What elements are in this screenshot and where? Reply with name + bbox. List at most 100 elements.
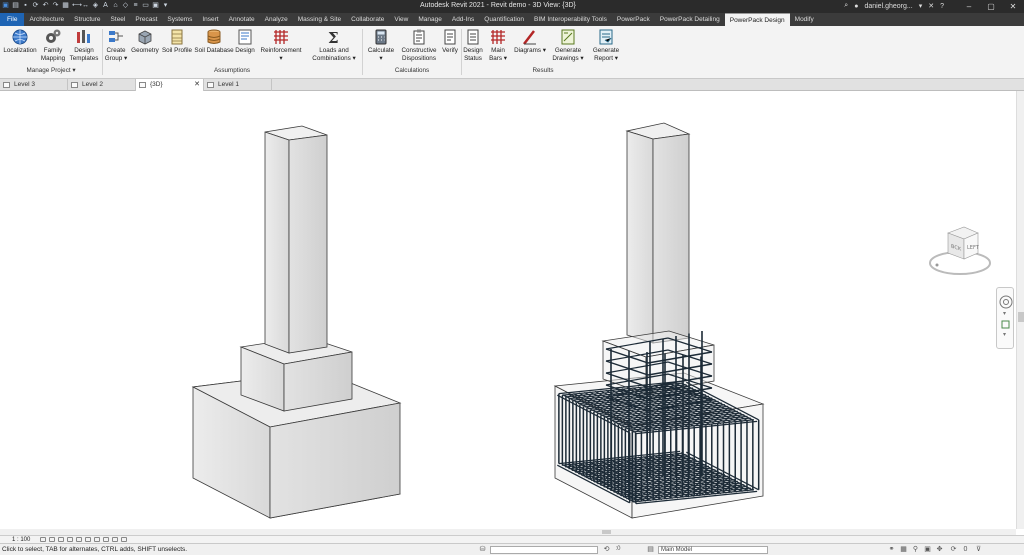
zoom-dropdown-icon[interactable]: ▾ bbox=[1003, 332, 1006, 338]
doc-tab-3d[interactable]: {3D} ✕ bbox=[136, 79, 204, 91]
steering-wheel-icon[interactable] bbox=[999, 295, 1013, 309]
print-icon[interactable]: ▦ bbox=[62, 2, 69, 10]
tab-quantification[interactable]: Quantification bbox=[479, 13, 529, 26]
shadows-icon[interactable] bbox=[67, 537, 73, 542]
foundation-solid[interactable] bbox=[191, 125, 402, 519]
redo-icon[interactable]: ↷ bbox=[52, 2, 59, 10]
editable-only-icon[interactable]: ⟲ bbox=[603, 546, 610, 553]
filter-icon[interactable]: ⊽ bbox=[975, 546, 982, 553]
3d-viewport[interactable]: BCK LEFT ▾ ▾ bbox=[0, 91, 1016, 529]
select-links-icon[interactable]: ⚭ bbox=[888, 546, 895, 553]
viewcube-face-front[interactable]: LEFT bbox=[967, 245, 980, 251]
localization-button[interactable]: Localization bbox=[2, 28, 38, 55]
crop-view-icon[interactable] bbox=[76, 537, 82, 542]
undo-icon[interactable]: ↶ bbox=[42, 2, 49, 10]
tab-massing-site[interactable]: Massing & Site bbox=[293, 13, 346, 26]
measure-icon[interactable]: ⟷ bbox=[72, 2, 82, 10]
tab-powerpack-detailing[interactable]: PowerPack Detailing bbox=[655, 13, 725, 26]
user-name[interactable]: daniel.gheorg... bbox=[864, 3, 912, 10]
vertical-scrollbar[interactable] bbox=[1016, 91, 1024, 529]
thin-lines-icon[interactable]: ≡ bbox=[132, 2, 139, 10]
search-icon[interactable]: ⌕ bbox=[844, 2, 848, 10]
tab-architecture[interactable]: Architecture bbox=[24, 13, 69, 26]
close-hidden-icon[interactable]: ▭ bbox=[142, 2, 149, 10]
tab-view[interactable]: View bbox=[389, 13, 413, 26]
save-icon[interactable]: ▪ bbox=[22, 2, 29, 10]
design-templates-button[interactable]: Design Templates bbox=[68, 28, 100, 62]
select-by-face-icon[interactable]: ▣ bbox=[924, 546, 931, 553]
select-pinned-icon[interactable]: ⚲ bbox=[912, 546, 919, 553]
group-manage-project[interactable]: Manage Project ▾ bbox=[2, 67, 100, 74]
design-option-dropdown[interactable]: Main Model bbox=[658, 546, 768, 554]
viewcube[interactable]: BCK LEFT bbox=[928, 219, 994, 279]
select-underlay-icon[interactable]: ▦ bbox=[900, 546, 907, 553]
create-group-button[interactable]: Create Group ▾ bbox=[104, 28, 128, 62]
minimize-button[interactable]: – bbox=[958, 1, 980, 12]
tab-bim-interoperability[interactable]: BIM Interoperability Tools bbox=[529, 13, 612, 26]
tab-annotate[interactable]: Annotate bbox=[224, 13, 260, 26]
close-button[interactable]: ✕ bbox=[1002, 1, 1024, 12]
soil-profile-button[interactable]: Soil Profile bbox=[160, 28, 194, 55]
sun-path-icon[interactable] bbox=[58, 537, 64, 542]
tab-collaborate[interactable]: Collaborate bbox=[346, 13, 389, 26]
section-icon[interactable]: ◇ bbox=[122, 2, 129, 10]
exchange-icon[interactable]: ✕ bbox=[928, 2, 934, 10]
tab-powerpack-design[interactable]: PowerPack Design bbox=[724, 13, 790, 26]
switch-windows-icon[interactable]: ▣ bbox=[152, 2, 159, 10]
lock-view-icon[interactable] bbox=[94, 537, 100, 542]
model-canvas[interactable] bbox=[0, 91, 1016, 529]
design-status-button[interactable]: Design Status bbox=[462, 28, 484, 62]
tag-icon[interactable]: ◈ bbox=[92, 2, 99, 10]
detail-level-icon[interactable] bbox=[40, 537, 46, 542]
tab-add-ins[interactable]: Add-Ins bbox=[447, 13, 479, 26]
doc-tab-level-1[interactable]: Level 1 bbox=[204, 79, 272, 91]
tab-analyze[interactable]: Analyze bbox=[260, 13, 293, 26]
tab-systems[interactable]: Systems bbox=[162, 13, 197, 26]
show-crop-icon[interactable] bbox=[85, 537, 91, 542]
maximize-button[interactable]: ▢ bbox=[980, 1, 1002, 12]
scroll-thumb[interactable] bbox=[602, 530, 611, 534]
viewcube-home-icon[interactable] bbox=[935, 263, 939, 267]
cart-icon[interactable]: ▾ bbox=[919, 2, 923, 10]
tab-manage[interactable]: Manage bbox=[413, 13, 447, 26]
geometry-button[interactable]: Geometry bbox=[130, 28, 160, 55]
scroll-thumb[interactable] bbox=[1018, 312, 1024, 322]
temp-hide-icon[interactable] bbox=[103, 537, 109, 542]
main-bars-button[interactable]: Main Bars ▾ bbox=[486, 28, 510, 62]
verify-button[interactable]: Verify bbox=[440, 28, 460, 55]
revit-logo-icon[interactable]: ▣ bbox=[2, 2, 9, 10]
3d-view-icon[interactable]: ⌂ bbox=[112, 2, 119, 10]
generate-drawings-button[interactable]: Generate Drawings ▾ bbox=[550, 28, 586, 62]
constructive-dispositions-button[interactable]: Constructive Dispositions bbox=[398, 28, 440, 62]
loads-combinations-button[interactable]: Σ Loads and Combinations ▾ bbox=[310, 28, 358, 62]
soil-database-button[interactable]: Soil Database bbox=[194, 28, 234, 55]
analytical-model-icon[interactable] bbox=[121, 537, 127, 542]
close-icon[interactable]: ✕ bbox=[194, 79, 200, 91]
tab-insert[interactable]: Insert bbox=[197, 13, 223, 26]
tab-steel[interactable]: Steel bbox=[106, 13, 131, 26]
dimension-icon[interactable]: ↔ bbox=[82, 2, 89, 10]
calculate-button[interactable]: Calculate ▾ bbox=[364, 28, 398, 62]
tab-precast[interactable]: Precast bbox=[130, 13, 162, 26]
workset-icon[interactable]: ⛁ bbox=[479, 546, 486, 553]
help-icon[interactable]: ? bbox=[940, 3, 944, 10]
doc-tab-level-3[interactable]: Level 3 bbox=[0, 79, 68, 91]
tab-powerpack[interactable]: PowerPack bbox=[612, 13, 655, 26]
qat-dropdown-icon[interactable]: ▾ bbox=[162, 2, 169, 10]
diagrams-button[interactable]: Diagrams ▾ bbox=[514, 28, 546, 55]
family-mapping-button[interactable]: Family Mapping bbox=[38, 28, 68, 62]
workset-dropdown[interactable] bbox=[490, 546, 598, 554]
reinforcement-button[interactable]: Reinforcement ▾ bbox=[258, 28, 304, 62]
tab-file[interactable]: File bbox=[0, 13, 25, 26]
user-icon[interactable]: ● bbox=[854, 3, 858, 10]
visual-style-icon[interactable] bbox=[49, 537, 55, 542]
design-options-icon[interactable]: ▤ bbox=[647, 546, 654, 553]
background-process-icon[interactable]: ⟳ bbox=[950, 546, 957, 553]
reveal-hidden-icon[interactable] bbox=[112, 537, 118, 542]
tab-modify[interactable]: Modify bbox=[790, 13, 819, 26]
sync-icon[interactable]: ⟳ bbox=[32, 2, 39, 10]
open-icon[interactable]: ▤ bbox=[12, 2, 19, 10]
foundation-reinforced[interactable] bbox=[553, 122, 765, 519]
tab-structure[interactable]: Structure bbox=[69, 13, 105, 26]
doc-tab-level-2[interactable]: Level 2 bbox=[68, 79, 136, 91]
